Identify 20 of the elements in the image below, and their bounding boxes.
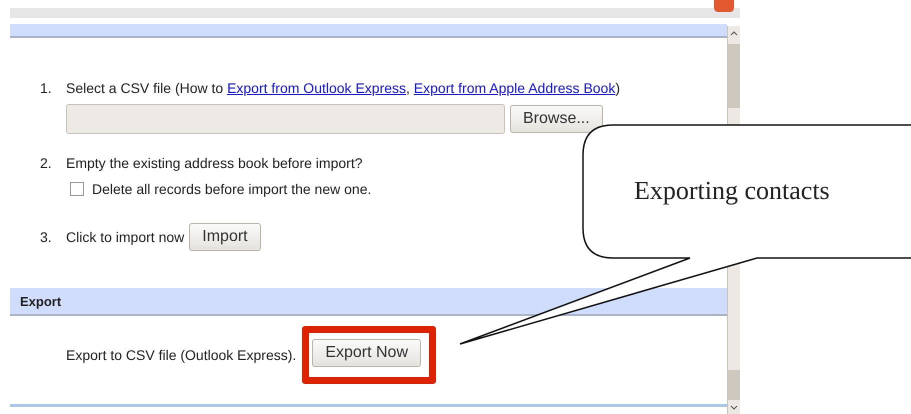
step-text: Click to import now [66, 228, 184, 247]
file-field[interactable] [66, 104, 505, 134]
checkbox[interactable] [70, 182, 84, 196]
export-description: Export to CSV file (Outlook Express). [66, 346, 296, 365]
scrollbar-thumb[interactable] [728, 370, 740, 400]
step-number: 3. [40, 228, 53, 247]
export-now-button[interactable]: Export Now [312, 339, 422, 367]
close-button[interactable] [714, 0, 734, 12]
help-link[interactable]: Export from Outlook Express [227, 80, 406, 96]
callout-text: Exporting contacts [634, 176, 830, 206]
step-text: Select a CSV file (How to Export from Outlook Express, Export from Apple Address Book) [66, 80, 620, 96]
scrollbar-thumb[interactable] [728, 44, 740, 108]
help-link[interactable]: Export from Apple Address Book [414, 80, 616, 96]
checkbox-label: Delete all records before import the new one. [92, 180, 372, 199]
step-text: Empty the existing address book before import? [66, 155, 362, 171]
step-number: 2. [40, 154, 53, 173]
browse-button[interactable]: Browse... [510, 105, 603, 133]
step-number: 1. [40, 79, 53, 98]
import-button[interactable]: Import [189, 223, 261, 251]
section-header: Export [10, 288, 727, 316]
